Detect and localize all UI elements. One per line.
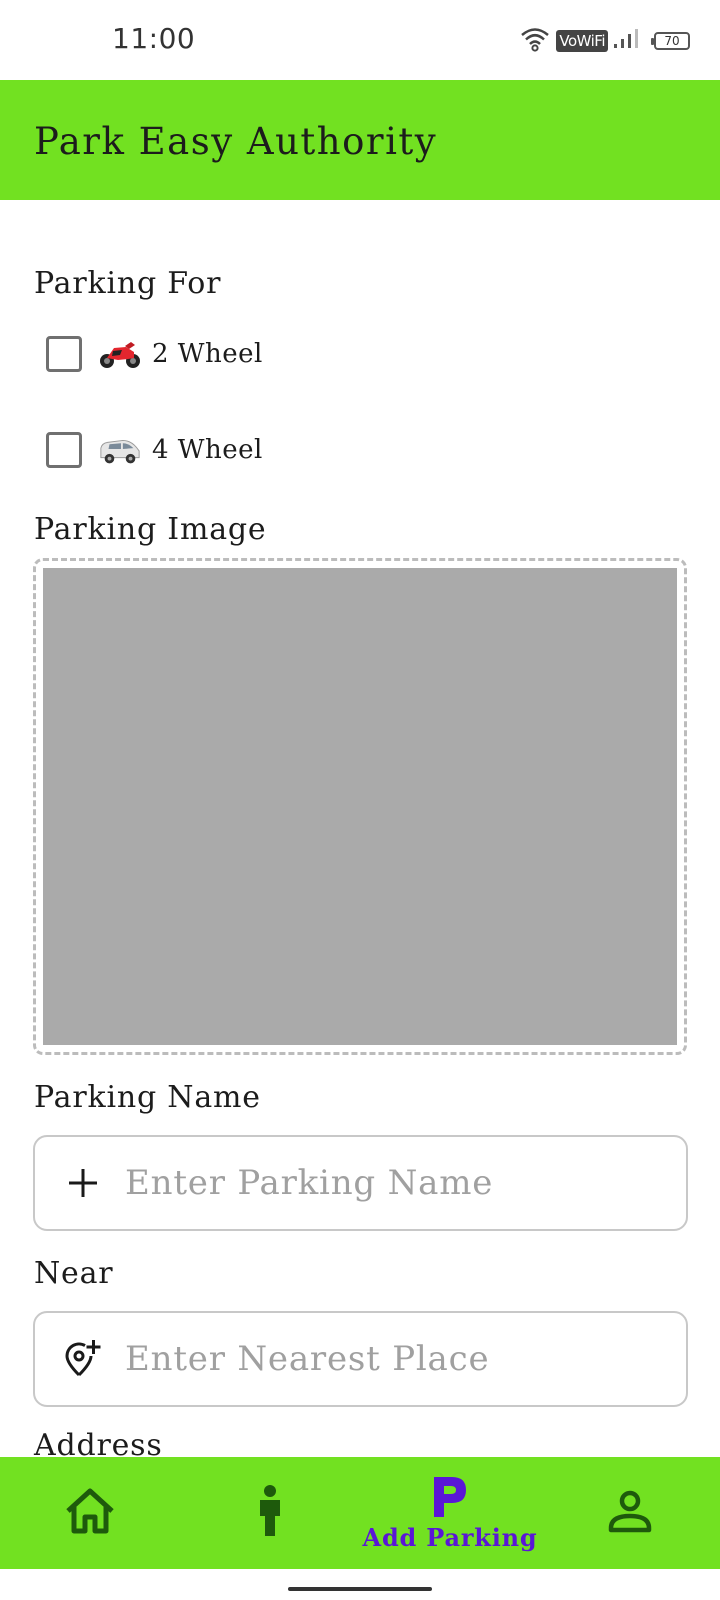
parking-name-label: Parking Name xyxy=(34,1080,261,1115)
near-label: Near xyxy=(34,1256,114,1291)
nav-account[interactable] xyxy=(540,1457,720,1569)
plus-icon xyxy=(63,1163,103,1203)
van-icon xyxy=(98,433,142,467)
parking-for-label: Parking For xyxy=(34,266,222,301)
near-field[interactable] xyxy=(33,1311,688,1407)
vowifi-badge: VoWiFi xyxy=(556,30,608,52)
two-wheel-option[interactable]: 2 Wheel xyxy=(46,336,263,372)
home-indicator[interactable] xyxy=(288,1587,432,1591)
nav-add-parking-label: Add Parking xyxy=(362,1522,538,1552)
nav-home[interactable] xyxy=(0,1457,180,1569)
four-wheel-option[interactable]: 4 Wheel xyxy=(46,432,263,468)
status-icons: VoWiFi 70 xyxy=(520,26,690,56)
app-bar: Park Easy Authority xyxy=(0,80,720,200)
four-wheel-checkbox[interactable] xyxy=(46,432,82,468)
wifi-icon xyxy=(520,26,550,56)
parking-image-label: Parking Image xyxy=(34,512,267,547)
nav-person[interactable] xyxy=(180,1457,360,1569)
parking-name-field[interactable] xyxy=(33,1135,688,1231)
person-icon xyxy=(256,1484,284,1542)
add-location-icon xyxy=(63,1339,103,1379)
system-gesture-bar xyxy=(0,1569,720,1600)
page-title: Park Easy Authority xyxy=(34,120,438,163)
parking-icon xyxy=(430,1475,470,1523)
home-icon xyxy=(64,1487,116,1539)
nav-add-parking[interactable]: Add Parking xyxy=(360,1457,540,1569)
two-wheel-label: 2 Wheel xyxy=(152,339,263,369)
bottom-navigation: Add Parking xyxy=(0,1457,720,1569)
two-wheel-checkbox[interactable] xyxy=(46,336,82,372)
parking-name-input[interactable] xyxy=(125,1163,665,1203)
status-time: 11:00 xyxy=(112,22,196,55)
near-input[interactable] xyxy=(125,1339,665,1379)
battery-icon: 70 xyxy=(651,32,690,50)
status-bar: 11:00 VoWiFi 70 xyxy=(0,0,720,80)
motorcycle-icon xyxy=(98,337,142,371)
parking-image-picker[interactable] xyxy=(33,558,687,1055)
signal-icon xyxy=(614,28,642,54)
parking-image-placeholder xyxy=(43,568,677,1045)
four-wheel-label: 4 Wheel xyxy=(152,435,263,465)
account-icon xyxy=(607,1488,653,1538)
